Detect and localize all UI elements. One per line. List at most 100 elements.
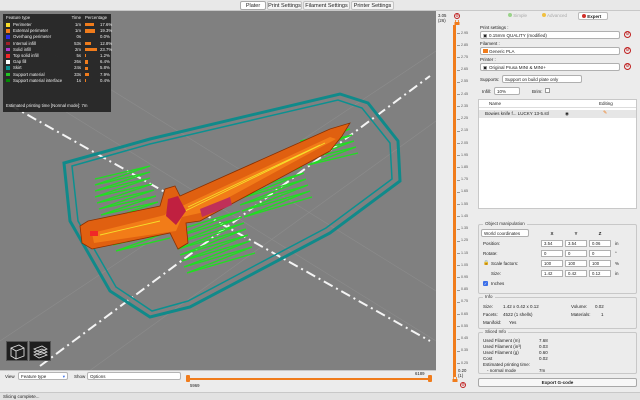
legend-feature-time: 1m: [75, 22, 81, 27]
legend-feature-name: Support material: [13, 71, 45, 77]
legend-swatch: [6, 47, 10, 52]
position-x-input[interactable]: 3.54: [541, 240, 563, 247]
legend-feature-time: 26s: [74, 59, 81, 65]
layer-tick: [457, 143, 460, 144]
infill-select[interactable]: 10%: [494, 87, 520, 95]
size-x-input[interactable]: 1.42: [541, 270, 563, 277]
layer-tick: [457, 253, 460, 254]
legend-feature-pct: 19.3%: [100, 28, 113, 34]
mode-advanced[interactable]: Advanced: [542, 13, 576, 20]
show-options-select[interactable]: Options: [87, 372, 181, 380]
export-gcode-button[interactable]: Export G-code: [478, 378, 637, 387]
right-sidebar: Simple Advanced Expert Print settings : …: [472, 11, 640, 392]
printer-select[interactable]: ▣ Original Prusa MINI & MINI+: [480, 63, 620, 71]
horizontal-slider-track[interactable]: [188, 378, 431, 380]
legend-feature-time: 33s: [74, 71, 81, 77]
position-y-input[interactable]: 3.54: [565, 240, 587, 247]
layer-tick-label: 1.75: [461, 177, 468, 182]
layer-tick-label: 0.95: [461, 274, 468, 279]
layer-tick-label: 2.25: [461, 116, 468, 121]
object-list-item[interactable]: Bowies knife f... LUCKY 13-5.stl ◉ ✎: [479, 110, 636, 118]
print-settings-cog-icon[interactable]: ⚙: [624, 31, 631, 38]
feature-type-legend: Feature type Time Percentage Perimeter 1m…: [3, 14, 113, 112]
layer-tick: [457, 240, 460, 242]
layer-tick-label: 0.75: [461, 299, 468, 304]
layer-tick-label: 2.85: [461, 42, 468, 47]
brim-checkbox[interactable]: [545, 88, 550, 93]
mode-advanced-label: Advanced: [547, 13, 568, 18]
horizontal-slider-low-thumb[interactable]: [186, 375, 190, 382]
filament-select[interactable]: Generic PLA: [480, 47, 620, 55]
legend-header-pct: Percentage: [85, 15, 107, 20]
facets-value: 4522 (1 shells): [503, 312, 533, 317]
legend-feature-pct: 0.0%: [100, 34, 110, 40]
layer-tick-label: 1.55: [461, 201, 468, 206]
layer-tick: [457, 118, 460, 120]
lock-scale-icon[interactable]: 🔒: [483, 260, 489, 266]
layer-tick-label: 2.65: [461, 67, 468, 72]
3d-view-cube-icon[interactable]: [6, 341, 28, 361]
tab-printer-settings[interactable]: Printer Settings: [351, 1, 394, 10]
legend-row: Top solid infill 5s 1.2%: [3, 53, 111, 59]
supports-value: Support on build plate only: [505, 77, 559, 82]
mode-expert[interactable]: Expert: [578, 12, 608, 20]
mode-expert-label: Expert: [587, 14, 602, 19]
rotate-z-input[interactable]: 0: [589, 250, 611, 257]
rotate-y-input[interactable]: 0: [565, 250, 587, 257]
sliced-info-label: - normal mode: [487, 368, 517, 373]
layer-tick-label: 1.45: [461, 213, 468, 218]
vertical-slider-track[interactable]: [453, 25, 456, 377]
manifold-label: Manifold:: [483, 320, 502, 325]
vertical-layer-slider[interactable]: 3.05 (26) ⚙ 2.95 2.85 2.75 2.65 2.55 2.45 2.35…: [436, 11, 472, 392]
legend-feature-bar: [85, 54, 86, 58]
inches-checkbox[interactable]: ✓: [483, 281, 488, 286]
print-settings-select[interactable]: ▣ 0.15mm QUALITY (modified): [480, 31, 620, 39]
view-type-value: Feature type: [21, 374, 47, 379]
layer-tick: [457, 45, 460, 47]
tab-print-settings[interactable]: Print Settings: [267, 1, 302, 10]
legend-header-time: Time: [71, 15, 81, 20]
volume-value: 0.02: [595, 304, 604, 309]
sliced-info-value: 0.60: [539, 350, 548, 355]
eye-icon[interactable]: ◉: [565, 111, 569, 117]
cog-bottom-icon[interactable]: ⚙: [460, 382, 466, 388]
rotate-x-input[interactable]: 0: [541, 250, 563, 257]
layer-tick-label: 1.05: [461, 262, 468, 267]
sliced-info-label: Estimated printing time:: [483, 362, 531, 367]
horizontal-slider-high-thumb[interactable]: [428, 375, 432, 382]
printer-cog-icon[interactable]: ⚙: [624, 63, 631, 70]
lock-bottom-icon[interactable]: [452, 376, 458, 382]
legend-feature-name: Support material interface: [13, 77, 63, 83]
layer-tick-label: 1.95: [461, 152, 468, 157]
size-z-input[interactable]: 0.12: [589, 270, 611, 277]
scale-z-input[interactable]: 100: [589, 260, 611, 267]
legend-feature-name: Skirt: [13, 65, 22, 71]
chevron-down-icon: ▾: [62, 374, 65, 379]
tab-filament-settings[interactable]: Filament Settings: [303, 1, 350, 10]
position-z-input[interactable]: 0.06: [589, 240, 611, 247]
filament-cog-icon[interactable]: ⚙: [624, 47, 631, 54]
view-type-select[interactable]: Feature type ▾: [18, 372, 68, 380]
layer-tick: [457, 130, 460, 132]
size-y-input[interactable]: 0.42: [565, 270, 587, 277]
legend-feature-pct: 17.6%: [100, 22, 113, 27]
legend-feature-pct: 23.7%: [100, 46, 113, 52]
axis-z-label: Z: [598, 231, 602, 236]
supports-select[interactable]: Support on build plate only: [502, 75, 582, 83]
printer-label: Printer :: [480, 57, 496, 62]
legend-feature-time: 1m: [75, 28, 81, 34]
inches-label: Inches: [491, 281, 505, 286]
mode-simple[interactable]: Simple: [508, 13, 538, 20]
coordinates-select[interactable]: World coordinates: [481, 229, 529, 237]
layer-tick-label: 0.25: [461, 360, 468, 365]
layer-tick: [457, 216, 460, 218]
layers-view-icon[interactable]: [29, 341, 51, 361]
legend-estimate-text: Estimated printing time [Normal mode]: 7…: [6, 103, 88, 108]
sliced-info-value: 0.03: [539, 344, 548, 349]
scale-y-input[interactable]: 100: [565, 260, 587, 267]
edit-icon[interactable]: ✎: [603, 110, 607, 116]
tab-plater[interactable]: Plater: [240, 1, 266, 10]
scale-x-input[interactable]: 100: [541, 260, 563, 267]
view-label: View: [5, 374, 15, 379]
cog-icon[interactable]: ⚙: [454, 13, 460, 19]
